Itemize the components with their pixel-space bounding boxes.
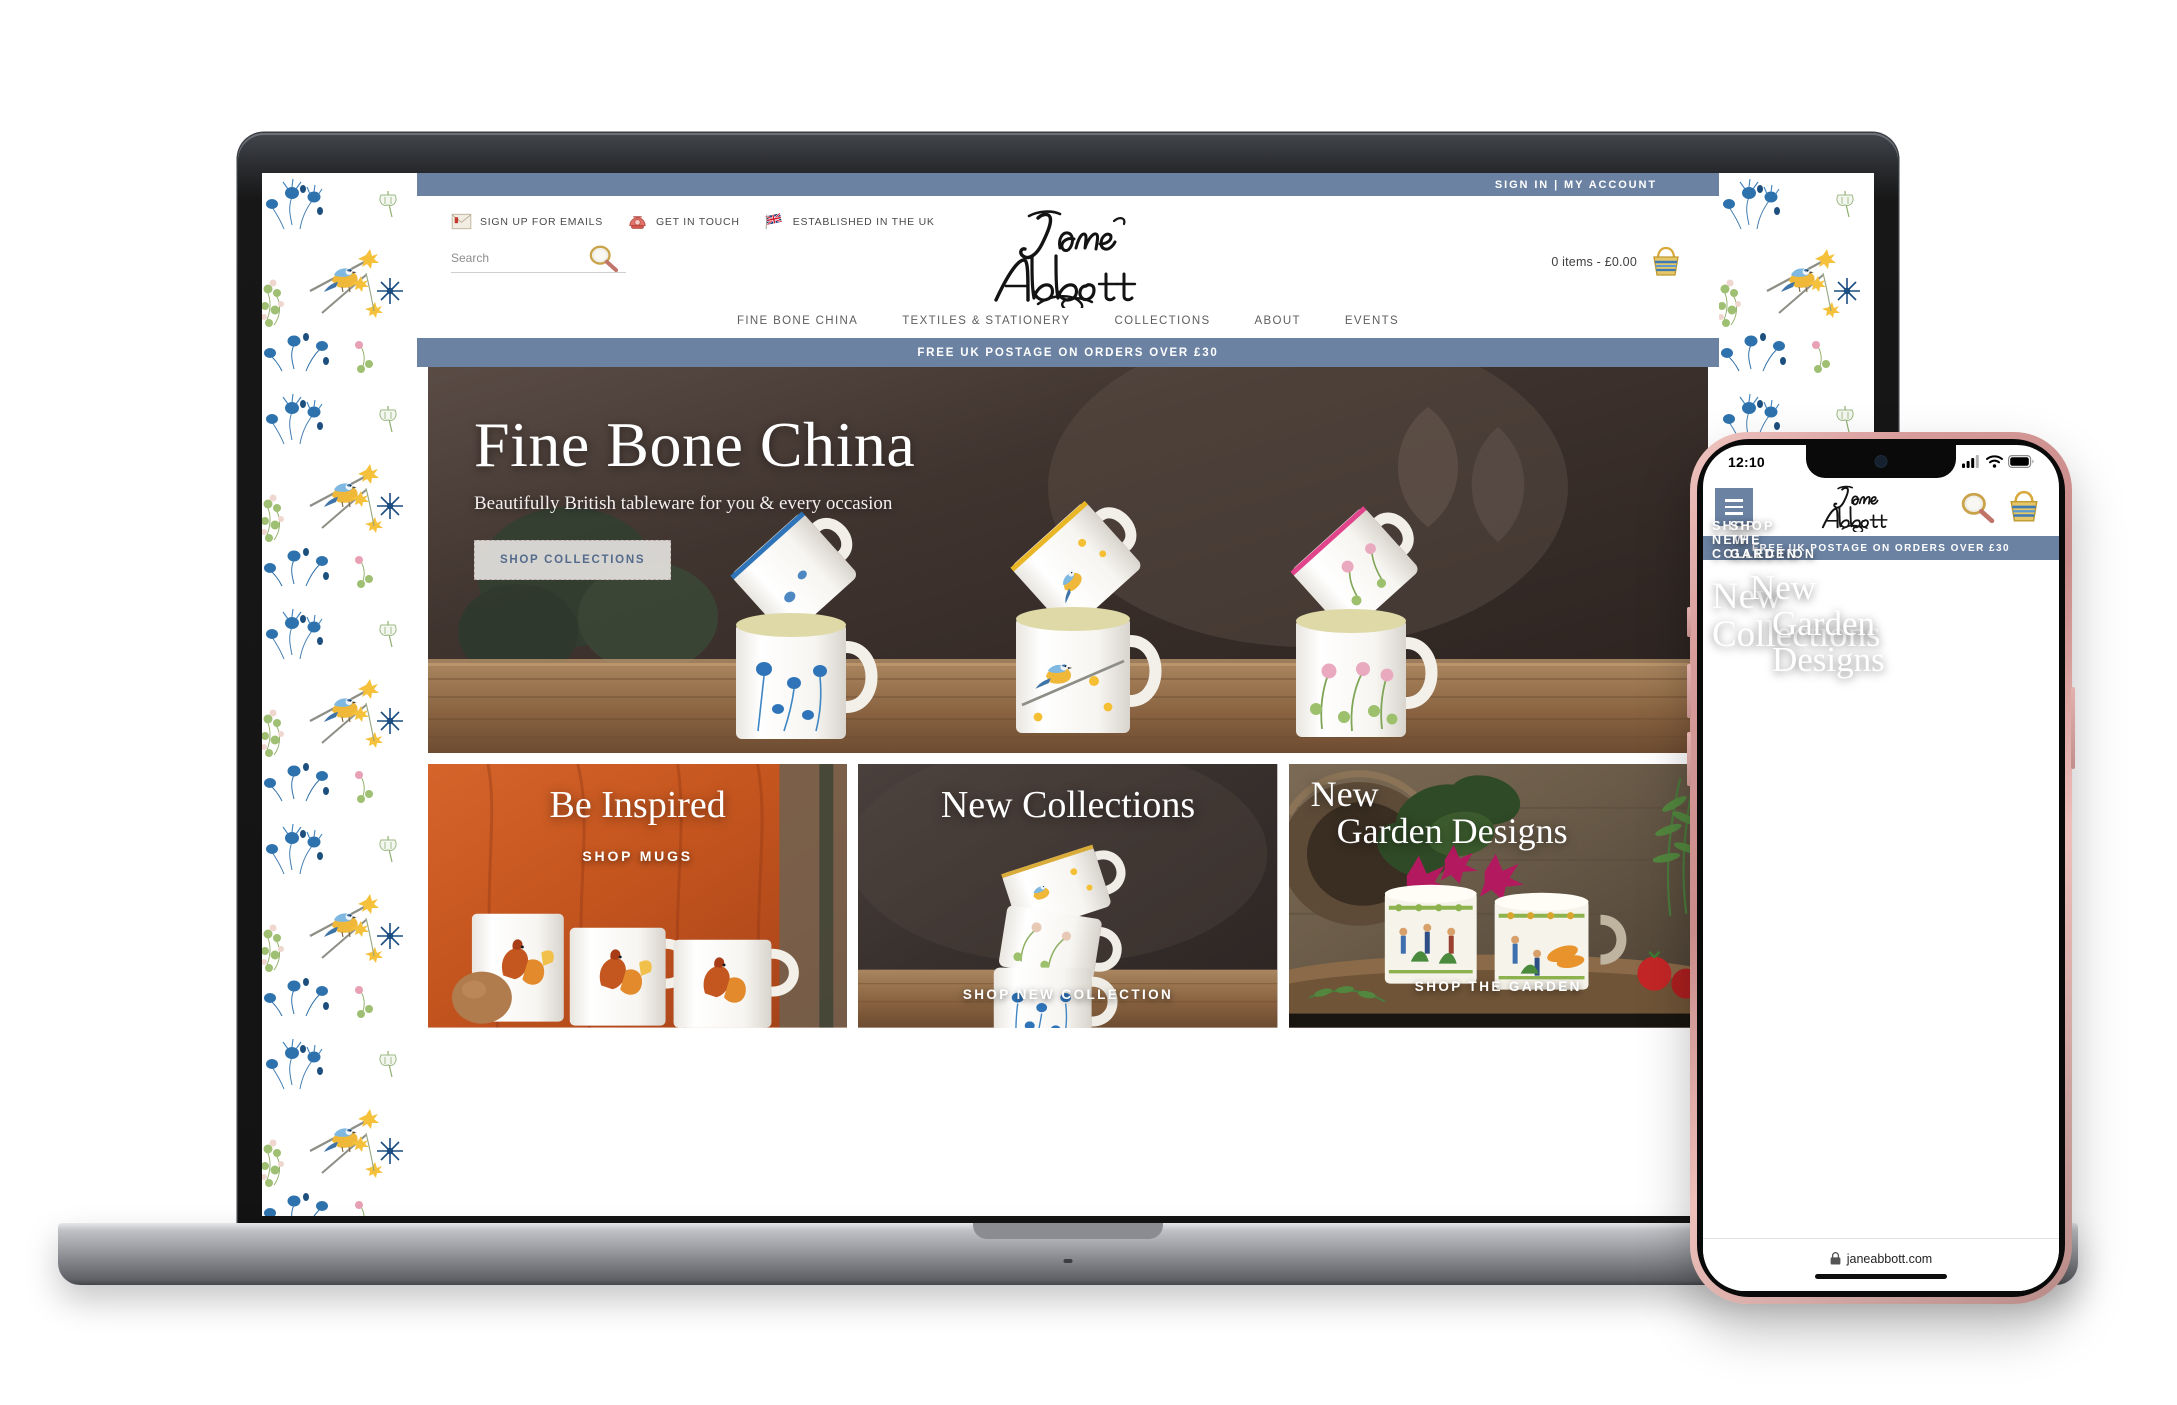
laptop-base-dot [1063, 1259, 1073, 1263]
basket-icon[interactable] [1649, 246, 1683, 278]
search-underline [451, 272, 626, 273]
phone-notch [1806, 445, 1956, 478]
phone-power-button[interactable] [2071, 687, 2075, 769]
browser-url-bar[interactable]: janeabbott.com [1830, 1252, 1932, 1266]
cart-total-label: 0 items - £0.00 [1551, 255, 1637, 269]
shop-new-collection-cta: SHOP NEW COLLECTION [962, 987, 1174, 1002]
hero-copy: Fine Bone China Beautifully British tabl… [474, 413, 915, 580]
account-topbar: SIGN IN | MY ACCOUNT [417, 173, 1719, 196]
sign-up-for-emails-link[interactable]: SIGN UP FOR EMAILS [451, 213, 603, 230]
browser-url-text: janeabbott.com [1846, 1251, 1933, 1266]
sign-up-for-emails-label: SIGN UP FOR EMAILS [480, 215, 603, 228]
garden-designs-title: New Garden Designs [1289, 776, 1708, 849]
shop-mugs-cta: SHOP MUGS [582, 848, 693, 864]
be-inspired-title: Be Inspired [549, 784, 726, 826]
nav-item-collections[interactable]: COLLECTIONS [1115, 315, 1211, 327]
basket-icon[interactable] [2005, 490, 2043, 524]
phone-brand-logo[interactable] [1761, 482, 1950, 532]
phone-mockup: 12:10 FREE UK POSTAGE ON ORDERS OVER £30… [1687, 432, 2075, 1304]
search-magnifier-icon[interactable] [587, 244, 619, 272]
envelope-icon [451, 213, 472, 230]
search-magnifier-icon[interactable] [1958, 491, 1996, 523]
phone-screen: 12:10 FREE UK POSTAGE ON ORDERS OVER £30… [1703, 445, 2059, 1291]
get-in-touch-label: GET IN TOUCH [656, 215, 740, 228]
garden-designs-title-line2: Garden Designs [1336, 810, 1568, 851]
established-in-uk-badge: ESTABLISHED IN THE UK [764, 213, 935, 230]
new-collections-title: New Collections [940, 784, 1196, 826]
phone-silent-switch[interactable] [1687, 607, 1691, 637]
phone-header-icons [1958, 490, 2047, 524]
hero-banner[interactable]: Fine Bone China Beautifully British tabl… [428, 367, 1708, 753]
cart-summary[interactable]: 0 items - £0.00 [1551, 246, 1683, 278]
phone-volume-down-button[interactable] [1687, 732, 1691, 786]
main-navigation: FINE BONE CHINA TEXTILES & STATIONERY CO… [417, 304, 1719, 338]
telephone-icon [629, 216, 646, 229]
nav-item-fine-bone-china[interactable]: FINE BONE CHINA [737, 315, 858, 327]
laptop-base-notch [973, 1223, 1163, 1239]
website-content-column: SIGN IN | MY ACCOUNT SIGN UP FOR EMAILS [417, 173, 1719, 1216]
home-indicator [1815, 1273, 1947, 1279]
promo-card-row: Be Inspired SHOP MUGS New Collections SH… [428, 764, 1708, 1028]
hero-subtitle: Beautifully British tableware for you & … [474, 493, 893, 514]
cellular-bars-icon [1962, 455, 1979, 468]
brand-logo[interactable] [968, 204, 1168, 308]
promo-card-garden-designs[interactable]: New Garden Designs SHOP THE GARDEN [1288, 764, 1708, 1028]
header-utility-row: SIGN UP FOR EMAILS GET IN TOUCH ESTABLIS… [417, 196, 1719, 308]
wallpaper-left [262, 173, 417, 1216]
phone-browser-footer: janeabbott.com [1703, 1238, 2059, 1291]
laptop-mockup: SIGN IN | MY ACCOUNT SIGN UP FOR EMAILS [58, 133, 2078, 1285]
hero-title: Fine Bone China [474, 409, 916, 480]
front-camera-icon [1875, 456, 1887, 467]
shipping-promo-banner: FREE UK POSTAGE ON ORDERS OVER £30 [417, 338, 1719, 367]
nav-item-textiles-stationery[interactable]: TEXTILES & STATIONERY [902, 315, 1070, 327]
garden-designs-title-line1: New [1310, 774, 1379, 814]
nav-item-events[interactable]: EVENTS [1345, 315, 1399, 327]
account-links[interactable]: SIGN IN | MY ACCOUNT [1495, 179, 1657, 191]
get-in-touch-link[interactable]: GET IN TOUCH [627, 213, 740, 230]
battery-icon [2008, 455, 2034, 468]
shop-collections-button[interactable]: SHOP COLLECTIONS [474, 540, 672, 580]
phone-volume-up-button[interactable] [1687, 664, 1691, 718]
lock-icon [1830, 1252, 1841, 1265]
wifi-icon [1986, 455, 2003, 468]
promo-card-be-inspired[interactable]: Be Inspired SHOP MUGS [428, 764, 848, 1028]
laptop-screen: SIGN IN | MY ACCOUNT SIGN UP FOR EMAILS [262, 173, 1874, 1216]
established-in-uk-label: ESTABLISHED IN THE UK [792, 215, 935, 228]
shipping-promo-text: FREE UK POSTAGE ON ORDERS OVER £30 [917, 346, 1219, 359]
status-time: 12:10 [1728, 453, 1765, 470]
nav-item-about[interactable]: ABOUT [1255, 315, 1301, 327]
uk-flag-icon [765, 213, 782, 230]
shop-the-garden-cta: SHOP THE GARDEN [1414, 979, 1582, 994]
promo-card-new-collections[interactable]: New Collections SHOP NEW COLLECTION [858, 764, 1278, 1028]
